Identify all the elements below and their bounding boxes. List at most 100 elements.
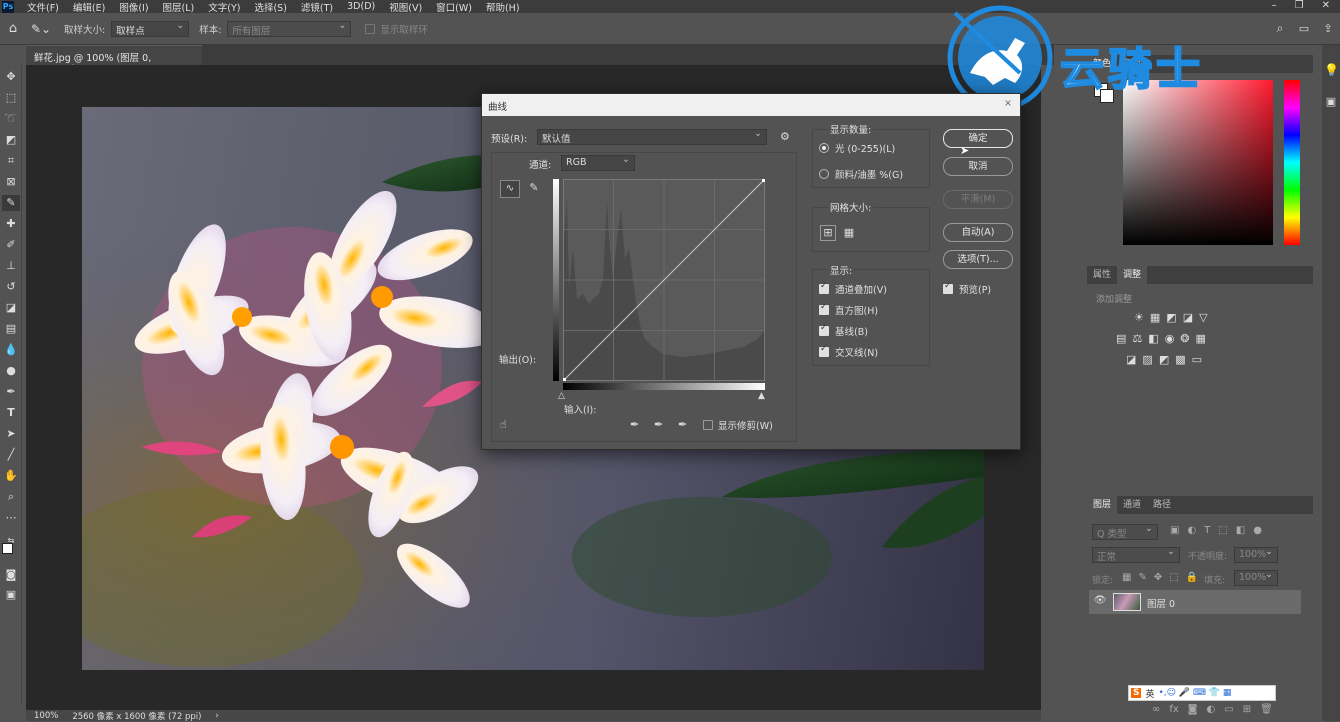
channel-mixer-icon[interactable]: ❂: [1180, 332, 1189, 345]
menu-image[interactable]: 图像(I): [112, 0, 155, 14]
menu-window[interactable]: 窗口(W): [429, 0, 479, 14]
path-select-tool-icon[interactable]: ➤: [2, 426, 20, 442]
color-balance-icon[interactable]: ⚖: [1132, 332, 1142, 345]
type-tool-icon[interactable]: T: [2, 405, 20, 421]
show-clipping-checkbox[interactable]: [703, 420, 713, 430]
menu-3d[interactable]: 3D(D): [340, 1, 382, 12]
ok-button[interactable]: 确定: [943, 129, 1013, 148]
menu-layer[interactable]: 图层(L): [156, 0, 202, 14]
sample-dropdown[interactable]: 所有图层: [227, 20, 352, 37]
crop-tool-icon[interactable]: ⌗: [2, 153, 20, 169]
foreground-color-swatch[interactable]: [2, 543, 13, 554]
intersection-line-checkbox[interactable]: [819, 344, 829, 357]
gradient-map-icon[interactable]: ▭: [1192, 353, 1202, 366]
tab-layers[interactable]: 图层: [1087, 496, 1118, 514]
eyedropper-tool-icon[interactable]: ✎: [2, 195, 20, 211]
blur-tool-icon[interactable]: 💧: [2, 342, 20, 358]
menu-help[interactable]: 帮助(H): [479, 0, 527, 14]
clone-stamp-tool-icon[interactable]: ⊥: [2, 258, 20, 274]
preset-dropdown[interactable]: 默认值: [537, 128, 767, 145]
channel-dropdown[interactable]: RGB: [561, 154, 635, 171]
menu-view[interactable]: 视图(V): [382, 0, 429, 14]
learn-icon[interactable]: 💡: [1324, 63, 1339, 77]
channel-overlay-checkbox[interactable]: [819, 281, 829, 294]
eyedropper-tool-preset-icon[interactable]: ✎⌄: [26, 22, 56, 36]
add-mask-icon[interactable]: ◙: [1188, 704, 1198, 715]
home-icon[interactable]: ⌂: [0, 21, 26, 36]
dialog-title-bar[interactable]: 曲线 ×: [482, 94, 1020, 116]
cancel-button[interactable]: 取消: [943, 157, 1013, 176]
zoom-tool-icon[interactable]: ⌕: [2, 489, 20, 505]
dodge-tool-icon[interactable]: ●: [2, 363, 20, 379]
options-button[interactable]: 选项(T)...: [943, 250, 1013, 269]
marquee-tool-icon[interactable]: ⬚: [2, 90, 20, 106]
eraser-tool-icon[interactable]: ◪: [2, 300, 20, 316]
type-filter-icon[interactable]: T: [1204, 525, 1210, 536]
menu-select[interactable]: 选择(S): [247, 0, 293, 14]
light-radio[interactable]: [819, 143, 829, 153]
share-icon[interactable]: ⇪: [1316, 22, 1340, 35]
lasso-tool-icon[interactable]: ➰: [2, 111, 20, 127]
workspace-icon[interactable]: ▭: [1292, 22, 1316, 35]
preset-gear-icon[interactable]: ⚙: [780, 130, 790, 143]
curve-pencil-tool-icon[interactable]: ✎: [524, 180, 544, 198]
layer-visibility-eye-icon[interactable]: 👁: [1093, 595, 1107, 606]
history-brush-tool-icon[interactable]: ↺: [2, 279, 20, 295]
brightness-icon[interactable]: ☀: [1134, 311, 1144, 324]
hue-slider[interactable]: [1284, 80, 1300, 245]
quick-mask-icon[interactable]: ◙: [2, 567, 20, 583]
opacity-field[interactable]: 100%: [1234, 546, 1278, 563]
shape-filter-icon[interactable]: ⬚: [1218, 525, 1227, 536]
sample-size-dropdown[interactable]: 取样点: [111, 20, 190, 37]
vibrance-icon[interactable]: ▽: [1199, 311, 1207, 324]
posterize-icon[interactable]: ▨: [1142, 353, 1152, 366]
document-tab[interactable]: 鲜花.jpg @ 100% (图层 0, RGB/8#) * ×: [26, 45, 202, 75]
invert-icon[interactable]: ◪: [1126, 353, 1136, 366]
tab-adjustments[interactable]: 调整: [1117, 266, 1148, 284]
hue-saturation-icon[interactable]: ▤: [1116, 332, 1126, 345]
tab-paths[interactable]: 路径: [1147, 496, 1177, 514]
lock-image-icon[interactable]: ✎: [1138, 572, 1146, 583]
maximize-icon[interactable]: ❐: [1295, 0, 1304, 13]
levels-icon[interactable]: ▦: [1150, 311, 1160, 324]
white-point-slider-icon[interactable]: ▲: [758, 391, 765, 401]
tab-properties[interactable]: 属性: [1087, 266, 1117, 284]
preview-checkbox[interactable]: [943, 281, 953, 294]
layer-name[interactable]: 图层 0: [1147, 596, 1175, 610]
close-icon[interactable]: ✕: [1322, 0, 1330, 13]
black-point-slider-icon[interactable]: △: [558, 391, 565, 401]
curve-point-tool-icon[interactable]: ∿: [500, 180, 520, 198]
menu-edit[interactable]: 编辑(E): [66, 0, 112, 14]
grid-detailed-icon[interactable]: ▦: [842, 226, 856, 240]
curves-graph[interactable]: [562, 178, 766, 382]
blend-mode-dropdown[interactable]: 正常: [1092, 546, 1180, 563]
color-lookup-icon[interactable]: ▦: [1196, 332, 1206, 345]
black-eyedropper-icon[interactable]: ✒: [630, 418, 639, 431]
zoom-level[interactable]: 100%: [34, 711, 58, 721]
smooth-button[interactable]: 平滑(M): [943, 190, 1013, 209]
menu-type[interactable]: 文字(Y): [201, 0, 247, 14]
smart-filter-icon[interactable]: ◧: [1236, 525, 1245, 536]
hand-tool-icon[interactable]: ✋: [2, 468, 20, 484]
curves-icon[interactable]: ◩: [1166, 311, 1176, 324]
photo-filter-icon[interactable]: ◉: [1165, 332, 1175, 345]
lock-position-icon[interactable]: ✥: [1154, 572, 1162, 583]
line-tool-icon[interactable]: ╱: [2, 447, 20, 463]
healing-brush-tool-icon[interactable]: ✚: [2, 216, 20, 232]
baseline-checkbox[interactable]: [819, 323, 829, 336]
pixel-filter-icon[interactable]: ▣: [1170, 525, 1179, 536]
filter-toggle-icon[interactable]: ●: [1253, 525, 1262, 536]
lock-all-icon[interactable]: 🔒: [1186, 572, 1198, 583]
menu-filter[interactable]: 滤镜(T): [294, 0, 340, 14]
quick-select-tool-icon[interactable]: ◩: [2, 132, 20, 148]
status-arrow-icon[interactable]: ›: [215, 711, 218, 721]
frame-tool-icon[interactable]: ⊠: [2, 174, 20, 190]
exposure-icon[interactable]: ◪: [1183, 311, 1193, 324]
on-image-adjust-icon[interactable]: ☝: [500, 418, 507, 431]
layer-row[interactable]: 👁 图层 0: [1089, 590, 1301, 614]
more-tools-icon[interactable]: ⋯: [2, 510, 20, 526]
show-ring-checkbox[interactable]: [365, 23, 376, 34]
layer-kind-filter[interactable]: Q 类型: [1092, 523, 1158, 540]
lock-transparency-icon[interactable]: ▦: [1122, 572, 1131, 583]
ime-language[interactable]: 英: [1145, 687, 1154, 700]
